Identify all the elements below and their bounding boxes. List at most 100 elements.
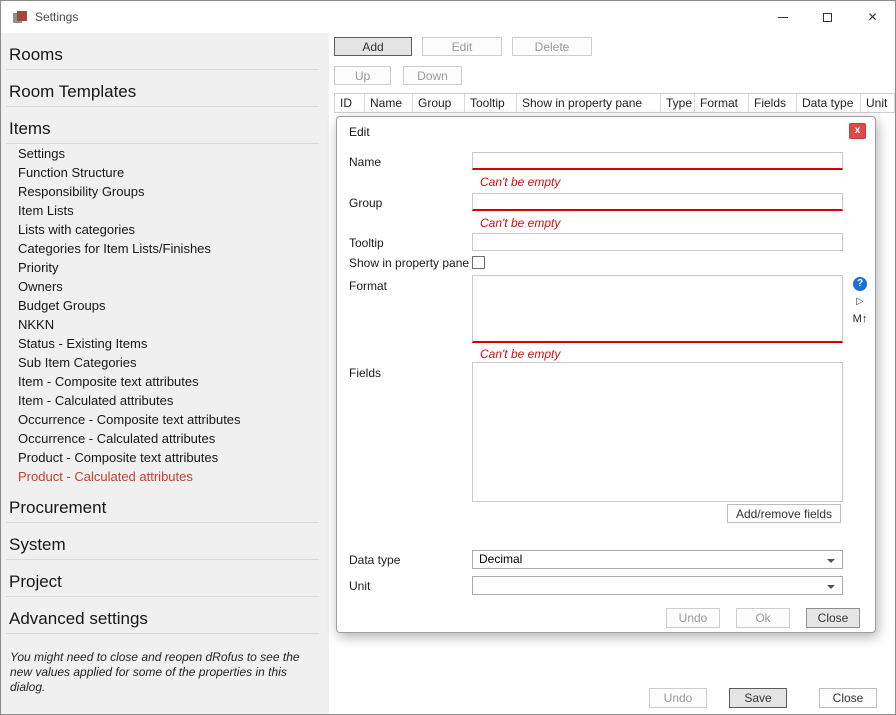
sidebar-item[interactable]: Occurrence - Calculated attributes [1,429,329,448]
column-header-label: Fields [754,96,786,110]
sidebar-item[interactable]: Lists with categories [1,220,329,239]
data-type-select[interactable]: Decimal [472,550,843,569]
dialog-ok-button[interactable]: Ok [736,608,790,628]
column-header-label: Name [370,96,402,110]
footer-close-button[interactable]: Close [819,688,877,708]
dialog-title: Edit [349,125,370,139]
toolbar-row-1: Add Edit Delete [334,37,592,56]
column-header[interactable]: Format [695,94,749,112]
tooltip-input[interactable] [472,233,843,251]
add-button[interactable]: Add [334,37,412,56]
sidebar-item[interactable]: Product - Calculated attributes [1,467,329,486]
close-button[interactable]: ✕ [850,1,895,33]
column-header[interactable]: Group [413,94,465,112]
sidebar-item[interactable]: Status - Existing Items [1,334,329,353]
format-textarea[interactable] [472,275,843,343]
footer-save-button[interactable]: Save [729,688,787,708]
sidebar-item[interactable]: Product - Composite text attributes [1,448,329,467]
column-header[interactable]: ID [335,94,365,112]
sidebar-item-label: Item - Calculated attributes [18,393,173,408]
minimize-button[interactable] [760,1,805,33]
format-label: Format [349,279,387,293]
sidebar-item-label: Owners [18,279,63,294]
delete-button[interactable]: Delete [512,37,592,56]
sidebar-section-project[interactable]: Project [1,560,329,596]
up-button[interactable]: Up [334,66,391,85]
titlebar: Settings ✕ [1,1,895,33]
column-header[interactable]: Tooltip [465,94,517,112]
close-icon: ✕ [867,10,877,24]
sidebar-section-rooms[interactable]: Rooms [1,33,329,69]
dialog-close-action-button[interactable]: Close [806,608,860,628]
window-title: Settings [35,1,78,33]
format-tools: ? ▷ M↑ [848,277,872,326]
unit-label: Unit [349,579,370,593]
sidebar-item-label: Sub Item Categories [18,355,137,370]
name-input[interactable] [472,152,843,170]
sidebar-item[interactable]: Sub Item Categories [1,353,329,372]
column-header-label: Type [666,96,692,110]
run-icon[interactable]: ▷ [856,296,864,308]
sidebar-item[interactable]: NKKN [1,315,329,334]
divider [6,633,319,634]
edit-button[interactable]: Edit [422,37,502,56]
sidebar-section-advanced-settings[interactable]: Advanced settings [1,597,329,633]
help-icon[interactable]: ? [853,277,867,291]
column-header-label: ID [340,96,352,110]
dialog-undo-button[interactable]: Undo [666,608,720,628]
data-type-value: Decimal [479,552,522,566]
sidebar-item-label: Function Structure [18,165,124,180]
tooltip-label: Tooltip [349,236,384,250]
sidebar-item[interactable]: Item Lists [1,201,329,220]
sidebar-section-items[interactable]: Items [1,107,329,143]
sidebar-item[interactable]: Settings [1,144,329,163]
chevron-down-icon [827,559,835,563]
sidebar-item[interactable]: Responsibility Groups [1,182,329,201]
group-input[interactable] [472,193,843,211]
maximize-button[interactable] [805,1,850,33]
macro-up-icon[interactable]: M↑ [853,313,868,326]
sidebar-item-label: Product - Calculated attributes [18,469,193,484]
add-remove-fields-button[interactable]: Add/remove fields [727,504,841,523]
footer-undo-button[interactable]: Undo [649,688,707,708]
column-header[interactable]: Type [661,94,695,112]
sidebar-item-label: Occurrence - Composite text attributes [18,412,241,427]
sidebar-item[interactable]: Categories for Item Lists/Finishes [1,239,329,258]
sidebar-section-system[interactable]: System [1,523,329,559]
sidebar-item-label: Categories for Item Lists/Finishes [18,241,211,256]
sidebar-item[interactable]: Occurrence - Composite text attributes [1,410,329,429]
sidebar-item-label: Item - Composite text attributes [18,374,199,389]
sidebar-section-procurement[interactable]: Procurement [1,486,329,522]
sidebar-item-label: Item Lists [18,203,74,218]
toolbar-row-2: Up Down [334,66,462,85]
column-header[interactable]: Data type [797,94,861,112]
close-icon: x [855,125,861,136]
sidebar-section-room-templates[interactable]: Room Templates [1,70,329,106]
main-panel: Add Edit Delete Up Down ID Name Group [329,33,895,714]
column-header-label: Show in property pane [522,96,642,110]
column-header-label: Tooltip [470,96,505,110]
down-button[interactable]: Down [403,66,462,85]
fields-textarea[interactable] [472,362,843,502]
unit-select[interactable] [472,576,843,595]
column-header[interactable]: Name [365,94,413,112]
chevron-down-icon [827,585,835,589]
group-error: Can't be empty [480,216,560,230]
sidebar-item[interactable]: Function Structure [1,163,329,182]
sidebar-item[interactable]: Item - Composite text attributes [1,372,329,391]
sidebar-item[interactable]: Budget Groups [1,296,329,315]
sidebar-item[interactable]: Priority [1,258,329,277]
sidebar-item-label: Responsibility Groups [18,184,144,199]
column-header[interactable]: Unit [861,94,895,112]
fields-label: Fields [349,366,381,380]
sidebar-item[interactable]: Owners [1,277,329,296]
sidebar-item-label: Settings [18,146,65,161]
maximize-icon [823,13,832,22]
column-header[interactable]: Show in property pane [517,94,661,112]
column-header[interactable]: Fields [749,94,797,112]
dialog-close-button[interactable]: x [849,123,866,139]
column-header-label: Unit [866,96,887,110]
group-label: Group [349,196,382,210]
sidebar-item[interactable]: Item - Calculated attributes [1,391,329,410]
show-in-property-pane-checkbox[interactable] [472,256,485,269]
